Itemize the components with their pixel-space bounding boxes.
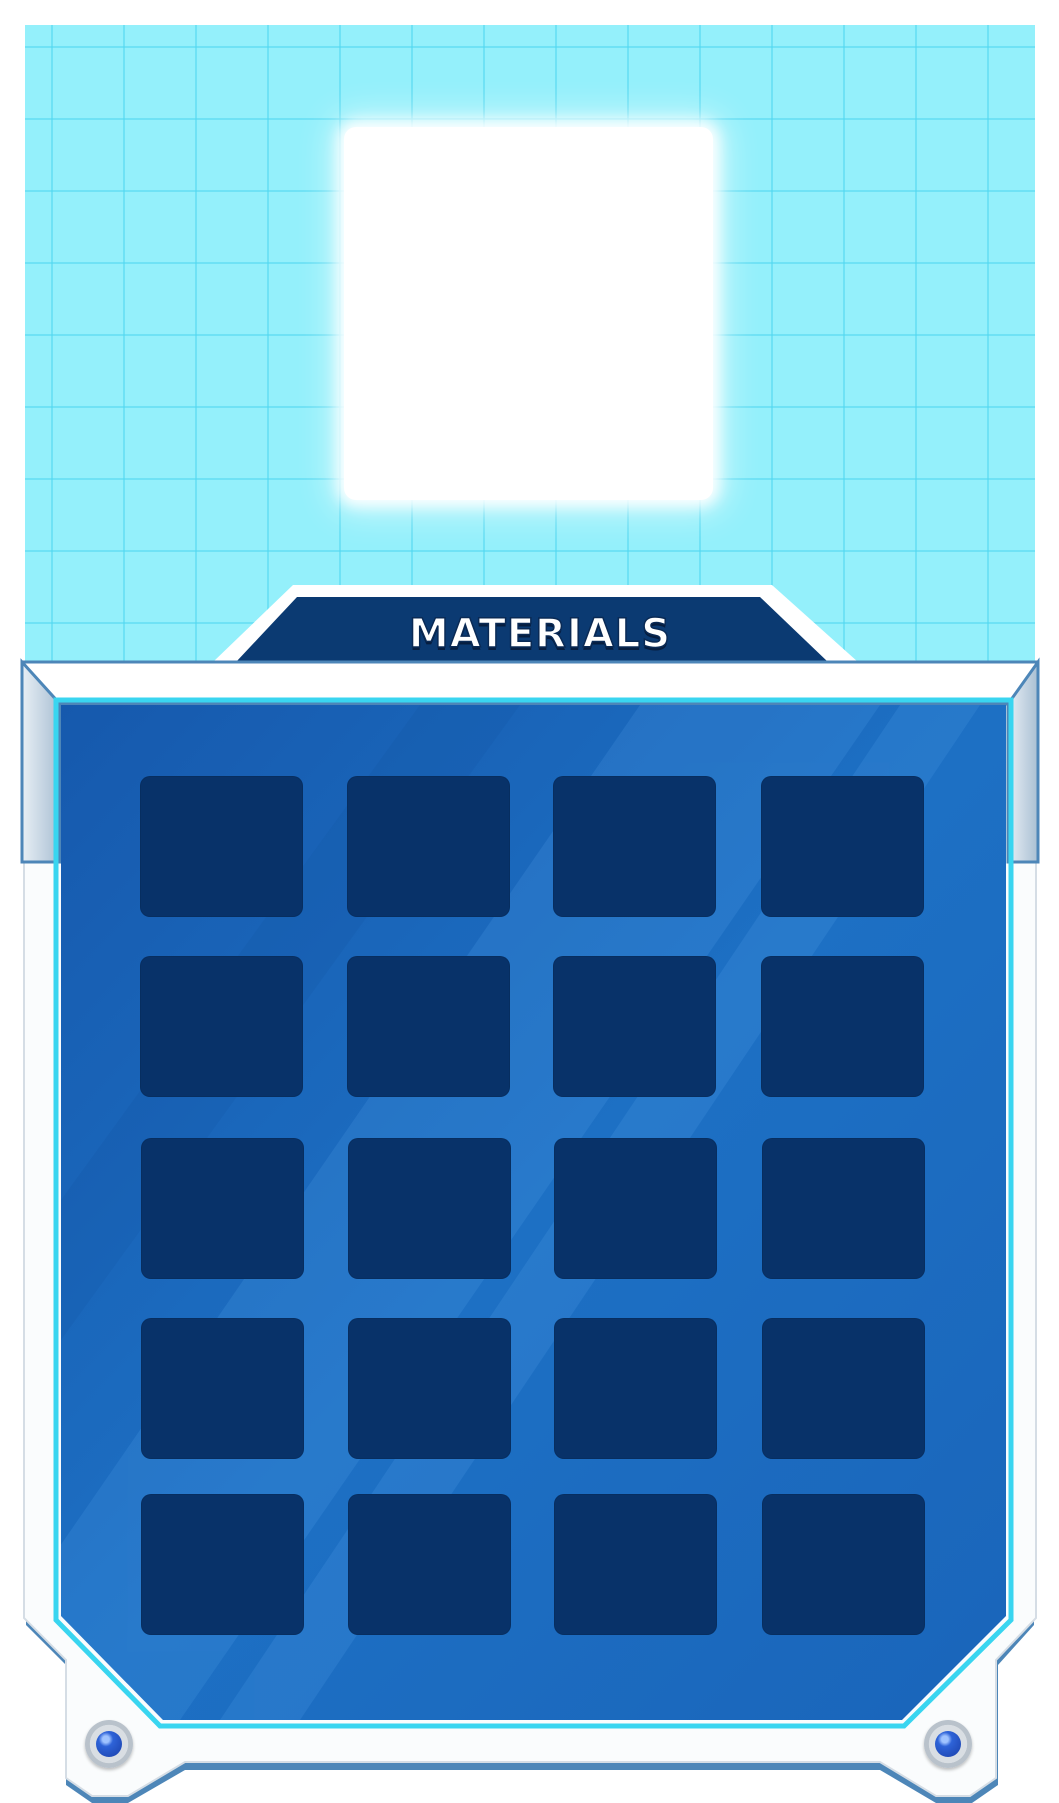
material-slot[interactable]	[141, 1494, 304, 1635]
material-slot[interactable]	[762, 1494, 925, 1635]
material-slot[interactable]	[140, 956, 303, 1097]
material-slot[interactable]	[761, 776, 924, 917]
material-slot[interactable]	[761, 956, 924, 1097]
material-slot[interactable]	[554, 1138, 717, 1279]
material-slot[interactable]	[348, 1494, 511, 1635]
inventory-screen: MATERIALS	[0, 0, 1059, 1803]
material-slot[interactable]	[554, 1494, 717, 1635]
material-slot[interactable]	[553, 956, 716, 1097]
bolt-gem-icon	[924, 1720, 972, 1768]
material-slot[interactable]	[554, 1318, 717, 1459]
material-slot[interactable]	[553, 776, 716, 917]
material-slot[interactable]	[140, 776, 303, 917]
material-slot[interactable]	[762, 1318, 925, 1459]
materials-grid	[140, 776, 925, 1636]
material-slot[interactable]	[347, 956, 510, 1097]
material-slot[interactable]	[141, 1318, 304, 1459]
material-slot[interactable]	[141, 1138, 304, 1279]
material-slot[interactable]	[762, 1138, 925, 1279]
bolt-gem-icon	[85, 1720, 133, 1768]
material-slot[interactable]	[347, 776, 510, 917]
material-slot[interactable]	[348, 1138, 511, 1279]
panel-title: MATERIALS	[408, 610, 672, 658]
material-slot[interactable]	[348, 1318, 511, 1459]
